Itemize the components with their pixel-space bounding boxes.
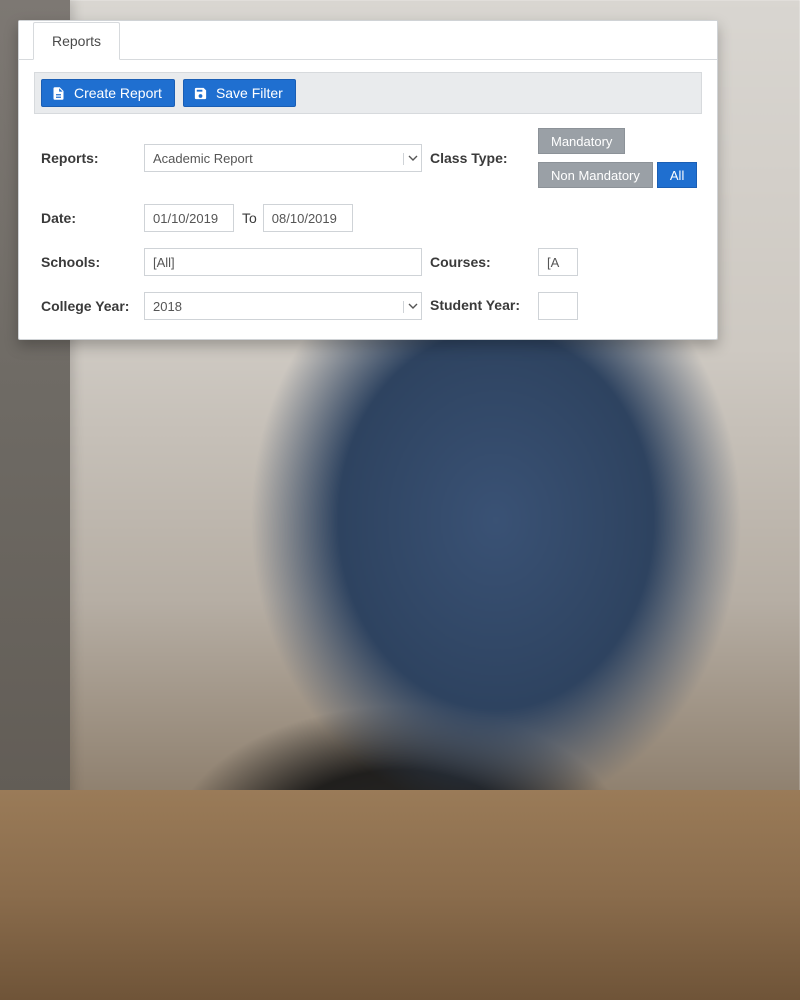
courses-label: Courses: — [430, 254, 530, 270]
background-desk — [0, 790, 800, 1000]
filter-form: Reports: Academic Report Class Type: Man… — [19, 128, 717, 330]
schools-value: [All] — [153, 255, 175, 270]
schools-label: Schools: — [41, 254, 136, 270]
college-year-select[interactable]: 2018 — [144, 292, 422, 320]
date-label: Date: — [41, 210, 136, 226]
create-report-label: Create Report — [74, 85, 162, 101]
courses-input[interactable]: [A — [538, 248, 578, 276]
class-type-label: Class Type: — [430, 150, 530, 166]
tab-reports[interactable]: Reports — [33, 22, 120, 60]
create-report-button[interactable]: Create Report — [41, 79, 175, 107]
chevron-down-icon — [403, 153, 415, 165]
date-to-label: To — [240, 210, 257, 226]
class-type-non-mandatory[interactable]: Non Mandatory — [538, 162, 653, 188]
document-icon — [51, 86, 66, 101]
reports-select-value: Academic Report — [153, 151, 253, 166]
toolbar: Create Report Save Filter — [34, 72, 702, 114]
class-type-mandatory[interactable]: Mandatory — [538, 128, 625, 154]
save-icon — [193, 86, 208, 101]
class-type-toggle-group: Mandatory Non Mandatory All — [538, 128, 702, 188]
save-filter-button[interactable]: Save Filter — [183, 79, 296, 107]
save-filter-label: Save Filter — [216, 85, 283, 101]
courses-value: [A — [547, 255, 559, 270]
student-year-label: Student Year: — [430, 298, 530, 313]
date-from-input[interactable]: 01/10/2019 — [144, 204, 234, 232]
tabstrip: Reports — [19, 21, 717, 60]
college-year-label: College Year: — [41, 298, 136, 314]
class-type-all[interactable]: All — [657, 162, 697, 188]
student-year-input[interactable] — [538, 292, 578, 320]
date-from-value: 01/10/2019 — [153, 211, 218, 226]
reports-label: Reports: — [41, 150, 136, 166]
schools-input[interactable]: [All] — [144, 248, 422, 276]
date-to-value: 08/10/2019 — [272, 211, 337, 226]
college-year-value: 2018 — [153, 299, 182, 314]
date-to-input[interactable]: 08/10/2019 — [263, 204, 353, 232]
reports-select[interactable]: Academic Report — [144, 144, 422, 172]
chevron-down-icon — [403, 301, 415, 313]
reports-panel: Reports Create Report Save Filter Report… — [18, 20, 718, 340]
